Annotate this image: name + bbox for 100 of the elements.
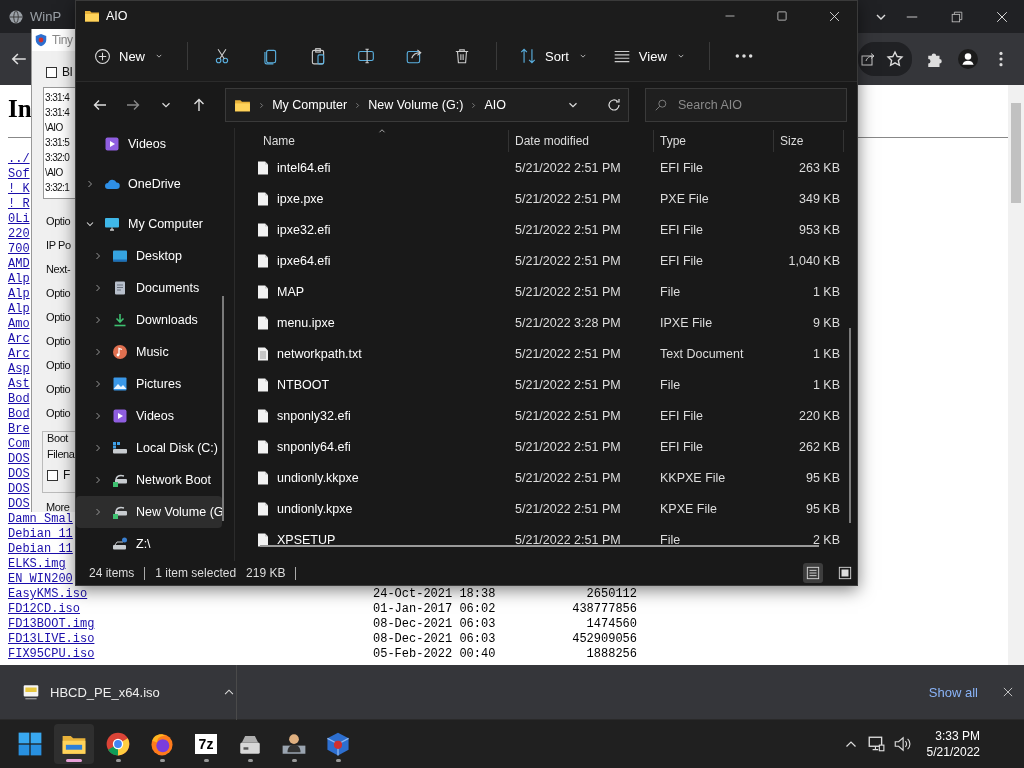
file-name[interactable]: networkpath.txt	[237, 345, 509, 362]
file-link[interactable]: Alp	[8, 302, 30, 317]
file-link[interactable]: ELKS.img	[8, 557, 66, 572]
sidebar-item[interactable]: Videos	[76, 128, 222, 160]
taskbar-app[interactable]: 7z	[186, 724, 226, 764]
file-name[interactable]: ipxe.pxe	[237, 190, 509, 207]
new-button[interactable]: New	[86, 39, 173, 73]
file-name[interactable]: undionly.kpxe	[237, 500, 509, 517]
file-link[interactable]: FIX95CPU.iso	[8, 647, 95, 662]
checkbox[interactable]	[47, 469, 58, 481]
column-header[interactable]: Type	[654, 130, 774, 152]
file-link[interactable]: EN_WIN200	[8, 572, 73, 587]
size-cell-text: 263 KB	[798, 160, 841, 175]
file-link[interactable]: Asp	[8, 362, 30, 377]
file-name[interactable]: ipxe64.efi	[237, 252, 509, 269]
volume-icon[interactable]	[892, 735, 911, 753]
type-cell-text: Text Document	[659, 346, 745, 361]
checkbox[interactable]	[46, 66, 57, 78]
file-link[interactable]: 220	[8, 227, 30, 242]
close-button[interactable]	[1002, 686, 1014, 698]
network-icon[interactable]	[866, 735, 885, 753]
sidebar-item[interactable]: Desktop	[76, 240, 222, 272]
file-link[interactable]: FD12CD.iso	[8, 602, 80, 617]
file-link[interactable]: Com	[8, 437, 30, 452]
file-link[interactable]: Arc	[8, 347, 30, 362]
file-link[interactable]: ../	[8, 152, 30, 167]
file-link[interactable]: Sof	[8, 167, 30, 182]
field-label: Next-	[46, 263, 71, 275]
file-link[interactable]: ! R	[8, 197, 30, 212]
download-item[interactable]: HBCD_PE_x64.iso	[0, 664, 237, 720]
breadcrumb[interactable]: AIO	[484, 98, 506, 112]
file-name[interactable]: menu.ipxe	[237, 314, 509, 331]
file-link[interactable]: Arc	[8, 332, 30, 347]
view-mode-button[interactable]	[803, 563, 823, 583]
sidebar-item[interactable]: Downloads	[76, 304, 222, 336]
search-field[interactable]: Search AIO	[645, 88, 847, 122]
file-name[interactable]: snponly64.efi	[237, 438, 509, 455]
file-link[interactable]: Damn Smal	[8, 512, 73, 527]
sidebar-item[interactable]: Documents	[76, 272, 222, 304]
file-link[interactable]: FD13LIVE.iso	[8, 632, 95, 647]
sidebar-item[interactable]: My Computer	[76, 208, 222, 240]
close-icon[interactable]	[994, 9, 1009, 24]
file-link[interactable]: FD13BOOT.img	[8, 617, 95, 632]
file-name[interactable]: snponly32.efi	[237, 407, 509, 424]
file-link[interactable]: 700	[8, 242, 30, 257]
file-link[interactable]: Ast	[8, 377, 30, 392]
sidebar-item[interactable]: Z:\	[76, 528, 222, 560]
file-link[interactable]: DOS	[8, 497, 30, 512]
sidebar-item[interactable]: Music	[76, 336, 222, 368]
file-link[interactable]: Alp	[8, 287, 30, 302]
sidebar-item[interactable]: Local Disk (C:)	[76, 432, 222, 464]
breadcrumb[interactable]: My Computer	[272, 98, 348, 112]
star-icon[interactable]	[886, 50, 904, 68]
address-bar[interactable]: My Computer New Volume (G:) AIO	[225, 88, 629, 122]
file-name[interactable]: MAP	[237, 283, 509, 300]
file-name[interactable]: undionly.kkpxe	[237, 469, 509, 486]
column-header[interactable]: Name	[237, 130, 509, 152]
file-link[interactable]: Alp	[8, 272, 30, 287]
details-icon	[806, 566, 820, 580]
file-link[interactable]: DOS	[8, 467, 30, 482]
sort-button[interactable]: Sort	[511, 39, 597, 73]
tab-title[interactable]: WinP	[30, 9, 62, 24]
file-link[interactable]: DOS	[8, 482, 30, 497]
share-icon[interactable]	[860, 51, 876, 67]
file-link[interactable]: AMD	[8, 257, 30, 272]
scrollbar[interactable]	[260, 545, 819, 547]
sidebar-item[interactable]: Network Boot	[76, 464, 222, 496]
file-name[interactable]: ipxe32.efi	[237, 221, 509, 238]
sidebar-item[interactable]: Pictures	[76, 368, 222, 400]
file-link[interactable]: 0Li	[8, 212, 30, 227]
size-text: 1888256	[585, 647, 637, 662]
clock[interactable]: 3:33 PM 5/21/2022	[926, 728, 980, 760]
file-link[interactable]: ! K	[8, 182, 30, 197]
breadcrumb[interactable]: New Volume (G:)	[368, 98, 464, 112]
file-link[interactable]: Bre	[8, 422, 30, 437]
column-header[interactable]: Size	[774, 130, 844, 152]
file-link[interactable]: Amo	[8, 317, 30, 332]
view-button[interactable]: View	[604, 39, 695, 73]
sidebar-item[interactable]: Videos	[76, 400, 222, 432]
refresh-icon[interactable]	[606, 97, 622, 113]
column-header[interactable]: Date modified	[509, 130, 654, 152]
scrollbar[interactable]	[849, 328, 851, 523]
file-link[interactable]: EasyKMS.iso	[8, 587, 88, 602]
show-all-link[interactable]: Show all	[928, 680, 978, 704]
close-icon	[1002, 686, 1014, 698]
file-name[interactable]: NTBOOT	[237, 376, 509, 393]
scrollbar[interactable]	[222, 296, 224, 521]
file-link[interactable]: DOS	[8, 452, 30, 467]
file-link[interactable]: Debian 11	[8, 542, 73, 557]
taskbar-app[interactable]	[54, 724, 94, 764]
file-name[interactable]: intel64.efi	[237, 159, 509, 176]
scrollbar[interactable]	[1008, 85, 1024, 665]
file-name[interactable]: XPSETUP	[237, 531, 509, 548]
file-link[interactable]: Bod	[8, 407, 30, 422]
profile-icon[interactable]	[958, 49, 978, 69]
sidebar-item[interactable]: OneDrive	[76, 168, 222, 200]
file-link[interactable]: Debian 11	[8, 527, 73, 542]
window-title: Tiny	[52, 33, 73, 47]
file-link[interactable]: Bod	[8, 392, 30, 407]
restore-icon[interactable]	[949, 9, 964, 24]
